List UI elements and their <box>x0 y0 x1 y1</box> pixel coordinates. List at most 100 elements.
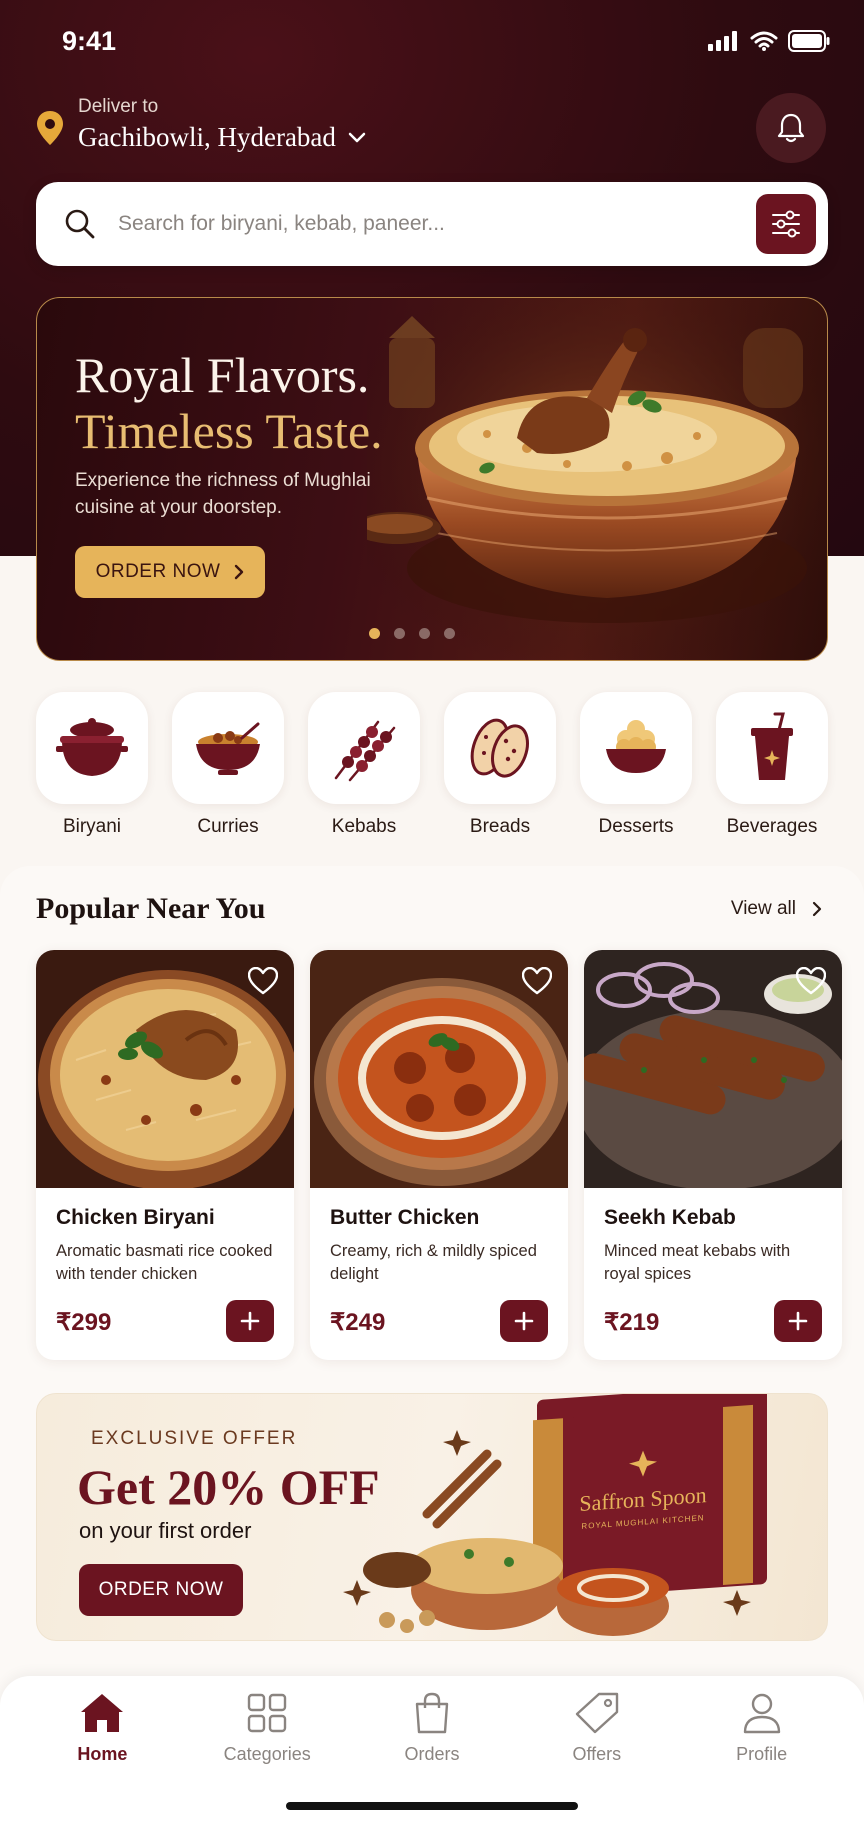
cellular-signal-icon <box>708 31 737 51</box>
tab-label: Home <box>77 1744 128 1764</box>
add-to-cart-button[interactable] <box>226 1300 274 1342</box>
notifications-button[interactable] <box>756 93 826 163</box>
favorite-button[interactable] <box>792 962 830 1000</box>
add-to-cart-button[interactable] <box>774 1300 822 1342</box>
offer-food-box-image: Saffron Spoon ROYAL MUGHLAI KITCHEN <box>343 1394 767 1636</box>
category-label: Desserts <box>598 816 674 837</box>
plus-icon <box>514 1311 534 1331</box>
filter-button[interactable] <box>756 194 816 254</box>
item-description: Aromatic basmati rice cooked with tender… <box>56 1242 273 1284</box>
beverage-cup-icon <box>751 712 793 780</box>
offer-order-now-label: ORDER NOW <box>98 1579 224 1600</box>
exclusive-offer-banner[interactable]: Saffron Spoon ROYAL MUGHLAI KITCHEN EXCL… <box>36 1393 828 1641</box>
delivery-city-text: Gachibowli, Hyderabad <box>78 122 336 152</box>
delivery-location-selector[interactable]: Deliver to Gachibowli, Hyderabad <box>36 96 366 153</box>
carousel-dot-4[interactable] <box>444 628 455 639</box>
shopping-bag-icon <box>415 1692 449 1734</box>
biryani-handi-image <box>367 298 827 660</box>
naan-bread-icon <box>470 718 529 778</box>
category-breads[interactable]: Breads <box>444 692 556 838</box>
category-beverages[interactable]: Beverages <box>716 692 828 838</box>
tab-offers[interactable]: Offers <box>527 1692 667 1765</box>
tab-label: Offers <box>572 1744 622 1764</box>
heart-icon <box>796 967 826 995</box>
popular-section-header: Popular Near You View all <box>36 892 828 926</box>
favorite-button[interactable] <box>244 962 282 1000</box>
chevron-right-icon <box>812 901 822 917</box>
curry-bowl-icon <box>196 722 260 775</box>
category-label: Breads <box>469 816 531 837</box>
sliders-icon <box>772 210 800 238</box>
popular-section-title: Popular Near You <box>36 892 266 925</box>
location-pin-icon <box>37 111 63 145</box>
bottom-tab-bar: Home Categories Orders Offers Profile <box>0 1676 864 1821</box>
wifi-icon <box>750 31 778 51</box>
carousel-dot-2[interactable] <box>394 628 405 639</box>
view-all-label: View all <box>730 898 796 919</box>
category-biryani[interactable]: Biryani <box>36 692 148 838</box>
item-name: Chicken Biryani <box>56 1206 215 1229</box>
home-indicator <box>286 1802 578 1810</box>
hero-banner[interactable]: Royal Flavors. Timeless Taste. Experienc… <box>36 297 828 661</box>
item-price: ₹249 <box>330 1309 386 1336</box>
category-tile <box>36 692 148 804</box>
plus-icon <box>240 1311 260 1331</box>
dessert-bowl-icon <box>606 720 666 773</box>
offer-order-now-button[interactable]: ORDER NOW <box>79 1564 243 1616</box>
view-all-link[interactable]: View all <box>731 898 822 920</box>
item-name: Butter Chicken <box>330 1206 480 1229</box>
food-card-chicken-biryani[interactable]: Chicken Biryani Aromatic basmati rice co… <box>36 950 294 1360</box>
chevron-right-icon <box>235 564 244 580</box>
home-icon <box>81 1694 124 1732</box>
deliver-to-label: Deliver to <box>78 96 159 117</box>
hero-order-now-button[interactable]: ORDER NOW <box>75 546 265 598</box>
popular-items-list: Chicken Biryani Aromatic basmati rice co… <box>36 950 842 1360</box>
status-time: 9:41 <box>62 26 117 56</box>
category-kebabs[interactable]: Kebabs <box>308 692 420 838</box>
battery-icon <box>788 30 830 52</box>
search-input[interactable] <box>118 212 756 236</box>
carousel-pagination <box>369 628 455 639</box>
carousel-dot-3[interactable] <box>419 628 430 639</box>
category-label: Kebabs <box>331 816 397 837</box>
hero-subtitle: Experience the richness of Mughlai cuisi… <box>75 470 371 518</box>
item-description: Creamy, rich & mildly spiced delight <box>330 1242 537 1284</box>
delivery-city: Gachibowli, Hyderabad <box>78 122 366 153</box>
category-tile <box>444 692 556 804</box>
kebab-skewer-icon <box>334 720 396 782</box>
tab-label: Orders <box>404 1744 460 1764</box>
tab-categories[interactable]: Categories <box>197 1692 337 1765</box>
offer-kicker: EXCLUSIVE OFFER <box>91 1428 298 1449</box>
category-tile <box>172 692 284 804</box>
tab-label: Categories <box>223 1744 311 1764</box>
food-card-butter-chicken[interactable]: Butter Chicken Creamy, rich & mildly spi… <box>310 950 568 1360</box>
category-label: Beverages <box>726 816 818 837</box>
tab-orders[interactable]: Orders <box>362 1692 502 1765</box>
item-name: Seekh Kebab <box>604 1206 736 1229</box>
user-icon <box>743 1693 780 1734</box>
category-tile <box>716 692 828 804</box>
category-desserts[interactable]: Desserts <box>580 692 692 838</box>
tab-home[interactable]: Home <box>32 1692 172 1765</box>
food-card-seekh-kebab[interactable]: Seekh Kebab Minced meat kebabs with roya… <box>584 950 842 1360</box>
category-list: Biryani Curries Kebabs Breads Desserts B… <box>36 692 828 838</box>
heart-icon <box>522 967 552 995</box>
hero-title-line2: Timeless Taste. <box>75 403 383 459</box>
bell-icon <box>777 113 805 143</box>
tab-label: Profile <box>736 1744 788 1764</box>
favorite-button[interactable] <box>518 962 556 1000</box>
offer-subtitle: on your first order <box>79 1518 252 1543</box>
offer-title: Get 20% OFF <box>77 1459 380 1515</box>
search-icon <box>65 209 95 239</box>
item-price: ₹219 <box>604 1309 660 1336</box>
status-bar: 9:41 <box>0 0 864 86</box>
carousel-dot-1[interactable] <box>369 628 380 639</box>
category-label: Biryani <box>62 816 122 837</box>
tab-profile[interactable]: Profile <box>692 1692 832 1765</box>
hero-order-now-label: ORDER NOW <box>95 561 221 582</box>
category-tile <box>308 692 420 804</box>
search-bar <box>36 182 828 266</box>
plus-icon <box>788 1311 808 1331</box>
add-to-cart-button[interactable] <box>500 1300 548 1342</box>
category-curries[interactable]: Curries <box>172 692 284 838</box>
